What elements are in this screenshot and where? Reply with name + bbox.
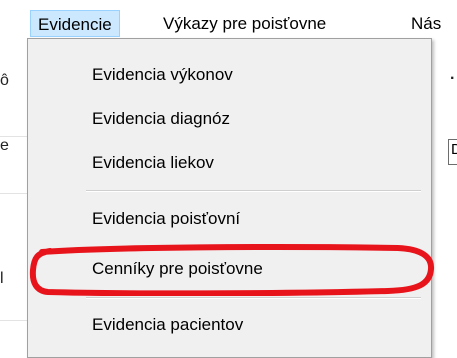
menu-vykazy-pre-poistovne[interactable]: Výkazy pre poisťovne [156, 10, 333, 37]
evidencie-dropdown-menu: Evidencia výkonov Evidencia diagnóz Evid… [27, 38, 432, 358]
menu-item-evidencia-liekov[interactable]: Evidencia liekov [28, 145, 431, 181]
menu-separator [86, 190, 421, 192]
menu-nas[interactable]: Nás [404, 10, 448, 37]
background-divider [0, 193, 27, 194]
menu-item-label: Cenníky pre poisťovne [92, 259, 263, 278]
menu-item-label: Evidencia poisťovní [92, 209, 241, 228]
menu-item-evidencia-poistovni[interactable]: Evidencia poisťovní [28, 201, 431, 237]
background-dot-icon: · [450, 70, 456, 87]
background-divider [0, 320, 27, 321]
background-field: D [448, 139, 457, 165]
menu-item-label: Evidencia výkonov [92, 65, 233, 84]
background-fragment: l [0, 270, 4, 287]
menu-item-label: Evidencia diagnóz [92, 109, 230, 128]
menu-item-label: Evidencia pacientov [92, 315, 244, 334]
menu-separator [86, 297, 421, 299]
background-divider [0, 136, 27, 137]
background-fragment: e [0, 137, 9, 154]
background-fragment: ô [0, 72, 9, 89]
menu-item-evidencia-vykonov[interactable]: Evidencia výkonov [28, 57, 431, 93]
menu-item-evidencia-pacientov[interactable]: Evidencia pacientov [28, 307, 431, 343]
menu-item-cenniky-pre-poistovne[interactable]: Cenníky pre poisťovne [28, 251, 431, 287]
menu-item-evidencia-diagnoz[interactable]: Evidencia diagnóz [28, 101, 431, 137]
menu-item-label: Evidencia liekov [92, 153, 214, 172]
menu-bar: Evidencie Výkazy pre poisťovne Nás [0, 0, 457, 40]
menu-evidencie[interactable]: Evidencie [30, 10, 120, 37]
